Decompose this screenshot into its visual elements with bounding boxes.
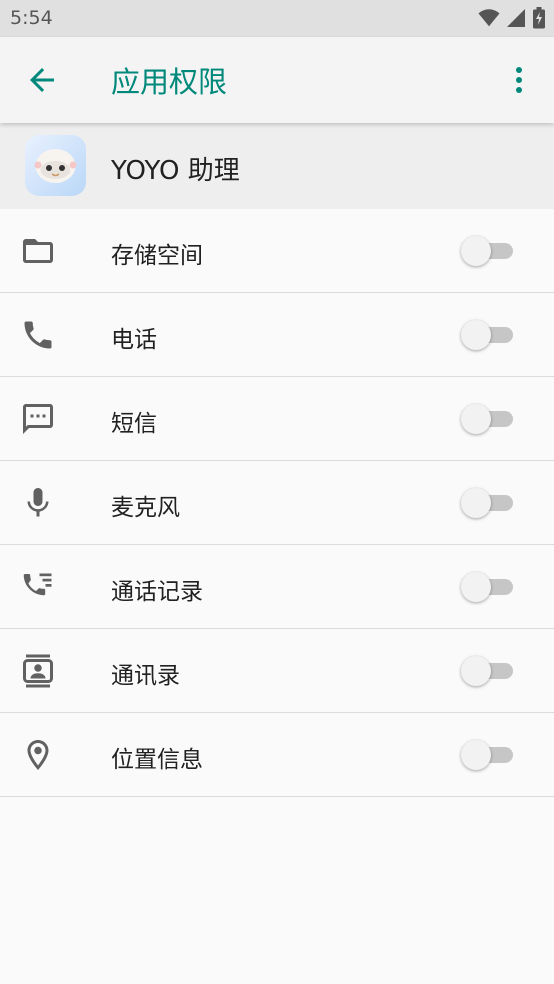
app-header: YOYO 助理: [0, 123, 554, 209]
permission-row-call-log[interactable]: 通话记录: [0, 545, 554, 629]
app-name: YOYO 助理: [111, 156, 240, 186]
permission-row-sms[interactable]: 短信: [0, 377, 554, 461]
permission-label: 存储空间: [111, 243, 203, 269]
permission-switch-phone[interactable]: [461, 320, 515, 350]
switch-thumb: [461, 320, 491, 350]
more-vert-icon: [516, 67, 522, 93]
status-icons: [478, 7, 546, 29]
location-icon: [20, 737, 56, 773]
switch-thumb: [461, 740, 491, 770]
permission-label: 麦克风: [111, 495, 180, 521]
call-log-icon: [20, 569, 56, 605]
permission-label: 短信: [111, 411, 157, 437]
microphone-icon: [20, 485, 56, 521]
permission-switch-sms[interactable]: [461, 404, 515, 434]
arrow-back-icon: [30, 68, 54, 92]
app-bar: 应用权限: [0, 37, 554, 123]
permission-row-location[interactable]: 位置信息: [0, 713, 554, 797]
contacts-icon: [20, 653, 56, 689]
wifi-icon: [478, 9, 500, 27]
permission-label: 通话记录: [111, 579, 203, 605]
permission-list: 存储空间 电话 短信 麦克风 通话记录 通讯录 位置信息: [0, 209, 554, 797]
permission-switch-call-log[interactable]: [461, 572, 515, 602]
permission-switch-contacts[interactable]: [461, 656, 515, 686]
switch-thumb: [461, 236, 491, 266]
permission-row-microphone[interactable]: 麦克风: [0, 461, 554, 545]
phone-icon: [20, 317, 56, 353]
app-logo: [25, 135, 86, 196]
permission-row-phone[interactable]: 电话: [0, 293, 554, 377]
permission-label: 通讯录: [111, 663, 180, 689]
permission-row-contacts[interactable]: 通讯录: [0, 629, 554, 713]
permission-switch-storage[interactable]: [461, 236, 515, 266]
status-time: 5:54: [10, 7, 53, 29]
switch-thumb: [461, 572, 491, 602]
permission-row-storage[interactable]: 存储空间: [0, 209, 554, 293]
sms-icon: [20, 401, 56, 437]
battery-charging-icon: [533, 7, 545, 29]
switch-thumb: [461, 656, 491, 686]
page-title: 应用权限: [111, 65, 228, 99]
status-bar: 5:54: [0, 0, 554, 37]
overflow-menu-button[interactable]: [504, 63, 534, 99]
cellular-signal-icon: [507, 9, 525, 27]
back-button[interactable]: [24, 62, 64, 98]
folder-icon: [20, 233, 56, 269]
permission-label: 电话: [111, 327, 157, 353]
switch-thumb: [461, 404, 491, 434]
permission-switch-location[interactable]: [461, 740, 515, 770]
switch-thumb: [461, 488, 491, 518]
permission-switch-microphone[interactable]: [461, 488, 515, 518]
permission-label: 位置信息: [111, 747, 203, 773]
